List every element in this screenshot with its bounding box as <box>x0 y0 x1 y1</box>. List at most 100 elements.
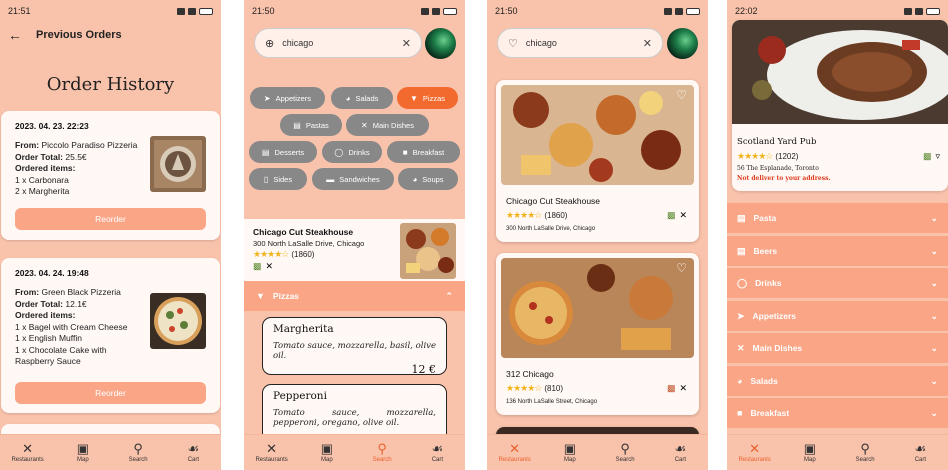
drink-icon: ◯ <box>334 147 344 157</box>
nav-cart[interactable]: ☙ Cart <box>410 435 465 470</box>
nav-search[interactable]: ⚲ Search <box>598 435 653 470</box>
pizza-icon: ▼ <box>256 291 265 301</box>
soup-icon: ◕ <box>412 174 418 184</box>
chevron-down-icon[interactable]: ⌄ <box>930 213 938 224</box>
clear-icon[interactable]: ✕ <box>643 37 652 50</box>
favorite-heart-icon[interactable]: ♡ <box>676 88 687 102</box>
favorite-heart-icon[interactable]: ♡ <box>676 261 687 275</box>
nav-map[interactable]: ▣ Map <box>55 435 110 470</box>
dessert-icon: ▤ <box>261 147 270 157</box>
restaurant-detail-screen: 21:50 ⊕ chicago ✕ ➤ Appetizers ◕ Salads ▼ P… <box>244 0 465 470</box>
nav-map[interactable]: ▣ Map <box>542 435 597 470</box>
service-icons: ▩ ✕ <box>667 210 687 221</box>
nav-restaurants[interactable]: ✕ Restaurants <box>487 435 542 470</box>
main-dish-icon: ✕ <box>361 120 368 130</box>
chevron-down-icon[interactable]: ⌄ <box>930 376 938 387</box>
nav-search[interactable]: ⚲ Search <box>111 435 166 470</box>
nav-restaurants[interactable]: ✕ Restaurants <box>727 435 782 470</box>
basket-icon: ☙ <box>187 441 200 456</box>
search-icon: ⚲ <box>133 441 143 456</box>
chevron-down-icon[interactable]: ⌄ <box>930 278 938 289</box>
restaurant-summary[interactable]: Chicago Cut Steakhouse 300 North LaSalle… <box>244 219 465 281</box>
cutlery-icon: ✕ <box>22 441 34 456</box>
nav-map[interactable]: ▣ Map <box>299 435 354 470</box>
nav-cart[interactable]: ☙ Cart <box>166 435 221 470</box>
search-input[interactable]: chicago <box>526 38 557 48</box>
category-chip-pizzas[interactable]: ▼ Pizzas <box>397 87 458 109</box>
delivery-icon: ▩ <box>666 383 676 393</box>
nav-search[interactable]: ⚲ Search <box>355 435 410 470</box>
restaurant-card[interactable]: ♡ 312 Chicago ★★★★☆ (810) ▩ ✕ 136 North … <box>496 253 699 415</box>
ordered-item: 1 x Chocolate Cake with Raspberry Sauce <box>15 344 107 367</box>
dine-in-icon: ✕ <box>265 261 274 271</box>
chevron-down-icon[interactable]: ⌄ <box>930 311 938 322</box>
nav-map[interactable]: ▣ Map <box>782 435 837 470</box>
star-rating-icon: ★★★★☆ <box>253 249 289 259</box>
nav-cart[interactable]: ☙ Cart <box>653 435 708 470</box>
search-input[interactable]: chicago <box>282 38 313 48</box>
status-icons <box>904 7 940 15</box>
avatar[interactable] <box>425 28 456 59</box>
category-chip-appetizers[interactable]: ➤ Appetizers <box>250 87 325 109</box>
basket-icon: ☙ <box>431 441 444 456</box>
category-row-pasta[interactable]: ▤ Pasta ⌄ <box>727 203 948 233</box>
status-icons <box>421 7 457 15</box>
chevron-down-icon[interactable]: ⌄ <box>930 343 938 354</box>
menu-item-card[interactable]: Margherita Tomato sauce, mozzarella, bas… <box>262 317 447 376</box>
restaurant-menu-screen: 22:02 Scotland Yard Pub ★★★★☆ (1202) ▩ ▿ <box>727 0 948 470</box>
category-row-appetizers[interactable]: ➤ Appetizers ⌄ <box>727 301 948 331</box>
chevron-down-icon[interactable]: ⌄ <box>930 408 938 419</box>
category-chip-drinks[interactable]: ◯ Drinks <box>322 141 382 163</box>
category-chip-sides[interactable]: ▯ Sides <box>249 168 307 190</box>
restaurant-card[interactable]: ♡ Chicago Cut Steakhouse ★★★★☆ (1860) ▩ … <box>496 80 699 242</box>
section-header-pizzas[interactable]: ▼ Pizzas ⌃ <box>244 281 465 311</box>
category-row-breakfast[interactable]: ■ Breakfast ⌄ <box>727 398 948 428</box>
category-row-drinks[interactable]: ◯ Drinks ⌄ <box>727 268 948 298</box>
category-chip-salads[interactable]: ◕ Salads <box>331 87 393 109</box>
order-date: 2023. 04. 23. 22:23 <box>15 121 89 131</box>
avatar[interactable] <box>667 28 698 59</box>
category-row-salads[interactable]: ◕ Salads ⌄ <box>727 366 948 396</box>
restaurant-address: 136 North LaSalle Street, Chicago <box>506 399 598 405</box>
restaurant-thumbnail <box>400 223 456 279</box>
nav-cart[interactable]: ☙ Cart <box>893 435 948 470</box>
category-chip-breakfast[interactable]: ■ Breakfast <box>387 141 460 163</box>
category-chip-main-dishes[interactable]: ✕ Main Dishes <box>346 114 429 136</box>
chevron-up-icon[interactable]: ⌃ <box>445 291 453 302</box>
bottom-navigation: ✕ Restaurants ▣ Map ⚲ Search ☙ Cart <box>727 434 948 470</box>
nav-restaurants[interactable]: ✕ Restaurants <box>0 435 55 470</box>
category-chip-desserts[interactable]: ▤ Desserts <box>249 141 317 163</box>
restaurant-name: Scotland Yard Pub <box>737 137 817 147</box>
nav-search[interactable]: ⚲ Search <box>838 435 893 470</box>
category-row-main-dishes[interactable]: ✕ Main Dishes ⌄ <box>727 333 948 363</box>
order-history-heading: Order History <box>46 74 175 95</box>
nav-restaurants[interactable]: ✕ Restaurants <box>244 435 299 470</box>
ordered-items-label: Ordered items: <box>15 163 76 173</box>
map-icon: ▣ <box>563 441 577 456</box>
location-target-icon[interactable]: ⊕ <box>265 37 274 50</box>
category-row-beers[interactable]: ▤ Beers ⌄ <box>727 236 948 266</box>
delivery-icon: ▩ <box>253 261 262 271</box>
restaurant-image <box>501 258 694 358</box>
battery-icon <box>926 7 940 15</box>
back-arrow-icon[interactable]: ← <box>8 27 22 43</box>
reorder-button[interactable]: Reorder <box>15 382 206 404</box>
ordered-item: 1 x Bagel with Cream Cheese <box>15 321 128 332</box>
dine-in-icon: ✕ <box>679 210 687 220</box>
category-chip-sandwiches[interactable]: ▬ Sandwiches <box>312 168 394 190</box>
heart-outline-icon[interactable]: ♡ <box>508 37 518 50</box>
restaurant-address: 56 The Esplanade, Toronto <box>737 165 819 172</box>
service-icons: ▩ ▿ <box>923 151 940 162</box>
cutlery-icon: ✕ <box>749 441 761 456</box>
reorder-button[interactable]: Reorder <box>15 207 206 230</box>
salad-icon: ◕ <box>345 93 351 103</box>
sides-icon: ▯ <box>263 174 269 184</box>
search-bar[interactable]: ⊕ chicago ✕ <box>254 28 422 58</box>
search-bar[interactable]: ♡ chicago ✕ <box>497 28 663 58</box>
rating-count: (1860) <box>544 211 568 220</box>
chevron-down-icon[interactable]: ⌄ <box>930 246 938 257</box>
category-chip-pastas[interactable]: ▤ Pastas <box>280 114 342 136</box>
restaurant-image <box>501 85 694 185</box>
clear-icon[interactable]: ✕ <box>402 37 411 50</box>
category-chip-soups[interactable]: ◕ Soups <box>398 168 458 190</box>
